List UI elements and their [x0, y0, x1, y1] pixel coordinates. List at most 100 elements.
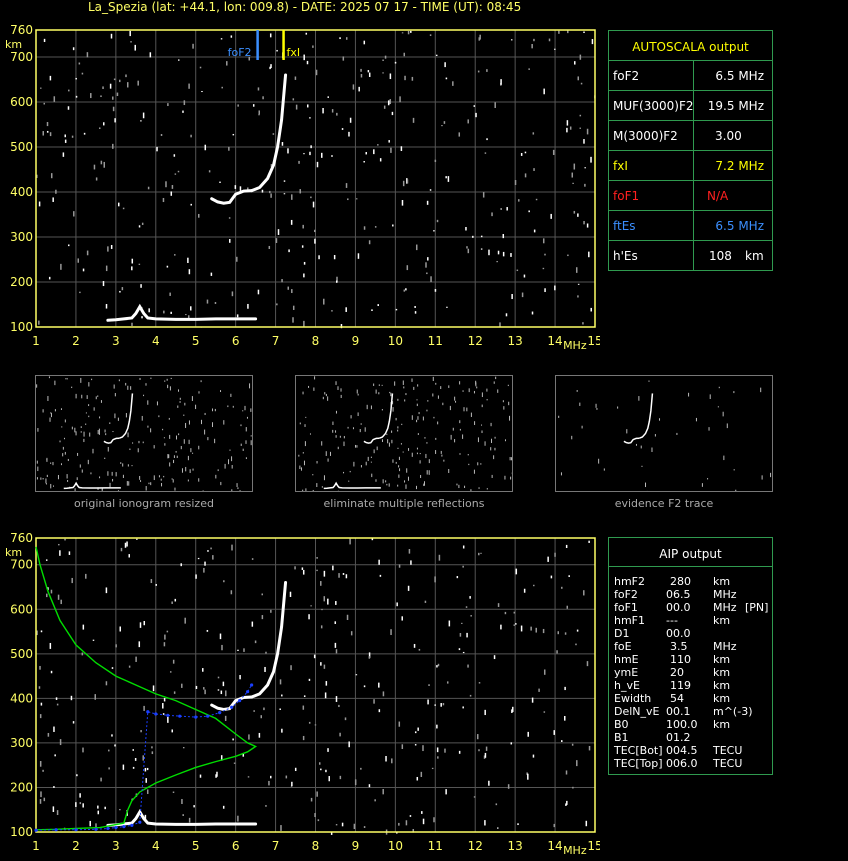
thumb-noise — [348, 480, 350, 482]
thumb-noise — [507, 384, 509, 387]
noise-speck — [197, 213, 200, 218]
y-tick-label: 400 — [10, 691, 33, 705]
noise-speck — [58, 543, 60, 546]
thumb-noise — [463, 407, 465, 412]
noise-speck — [316, 161, 319, 168]
thumb-noise — [435, 437, 437, 440]
noise-speck — [333, 255, 336, 260]
noise-speck — [79, 802, 82, 805]
noise-speck — [248, 734, 250, 740]
thumb-noise — [188, 420, 190, 425]
noise-speck — [584, 167, 586, 169]
thumb-noise — [443, 459, 445, 462]
noise-speck — [345, 37, 348, 40]
thumb-noise — [455, 400, 457, 403]
thumb-noise — [398, 465, 400, 468]
noise-speck — [94, 694, 96, 700]
ionogram-f-trace-lower — [210, 189, 254, 205]
thumb-noise — [394, 381, 396, 386]
noise-speck — [52, 806, 55, 812]
noise-speck — [299, 189, 302, 194]
noise-speck — [258, 732, 261, 738]
thumb-noise — [229, 449, 231, 451]
thumb-noise — [299, 422, 301, 425]
noise-speck — [502, 251, 505, 257]
thumb-noise — [122, 463, 124, 467]
thumb-noise — [370, 405, 372, 410]
noise-speck — [95, 177, 98, 181]
thumb-noise — [364, 427, 366, 432]
thumb-noise — [448, 469, 450, 473]
x-tick-label: 8 — [312, 839, 320, 853]
noise-speck — [436, 747, 439, 753]
noise-speck — [254, 640, 257, 644]
thumb-noise — [335, 430, 337, 433]
noise-speck — [68, 244, 70, 247]
noise-speck — [195, 685, 198, 690]
thumb-noise — [486, 388, 488, 392]
thumb-noise — [150, 377, 152, 379]
noise-speck — [452, 81, 454, 86]
noise-speck — [253, 710, 255, 712]
noise-speck — [54, 754, 56, 757]
noise-speck — [182, 746, 185, 749]
noise-speck — [403, 289, 406, 292]
noise-speck — [579, 127, 582, 129]
thumb-noise — [357, 412, 359, 417]
thumb-noise — [137, 448, 139, 453]
noise-speck — [378, 559, 380, 565]
thumb-noise — [156, 401, 158, 406]
noise-speck — [141, 316, 143, 319]
thumb-noise — [303, 460, 305, 466]
noise-speck — [281, 694, 283, 697]
noise-speck — [49, 132, 52, 137]
thumb-noise — [150, 428, 152, 433]
ionogram-f-trace-upper — [250, 73, 288, 193]
thumb-noise — [302, 452, 304, 454]
thumb-noise — [176, 455, 178, 458]
noise-speck — [504, 611, 507, 615]
thumb-noise — [147, 425, 149, 428]
thumb-noise — [89, 432, 91, 437]
noise-speck — [276, 303, 278, 306]
noise-speck — [384, 55, 387, 59]
noise-speck — [172, 791, 175, 793]
noise-speck — [467, 248, 470, 254]
noise-speck — [64, 538, 66, 541]
thumb-noise — [148, 482, 150, 485]
thumb-noise — [454, 439, 456, 443]
noise-speck — [368, 240, 371, 245]
noise-speck — [79, 291, 81, 294]
thumb-noise — [179, 397, 181, 400]
noise-speck — [290, 665, 292, 671]
thumb-noise — [153, 475, 155, 481]
noise-speck — [131, 258, 134, 264]
noise-speck — [378, 682, 380, 688]
noise-speck — [577, 295, 579, 298]
noise-speck — [436, 724, 438, 729]
aip-param-name: B1 — [614, 731, 629, 744]
thumb-noise — [305, 488, 307, 493]
thumb-noise — [722, 411, 724, 417]
noise-speck — [234, 185, 237, 189]
noise-speck — [82, 268, 85, 272]
thumb-noise — [177, 405, 179, 408]
noise-speck — [270, 193, 272, 198]
thumb-noise — [204, 412, 206, 416]
thumb-noise — [48, 376, 50, 379]
thumb-noise — [61, 426, 63, 428]
thumb-noise — [50, 483, 52, 489]
autoscala-param-value: 19.5 MHz — [707, 99, 764, 113]
noise-speck — [411, 76, 414, 81]
noise-speck — [579, 114, 582, 117]
thumb-noise — [302, 489, 304, 495]
thumb-noise — [654, 434, 656, 437]
noise-speck — [140, 284, 142, 288]
x-tick-label: 14 — [547, 839, 562, 853]
noise-speck — [247, 303, 249, 309]
thumb-noise — [166, 378, 168, 381]
noise-speck — [542, 267, 545, 270]
thumb-noise — [36, 460, 38, 464]
y-tick-label: 100 — [10, 320, 33, 334]
noise-speck — [586, 661, 589, 667]
